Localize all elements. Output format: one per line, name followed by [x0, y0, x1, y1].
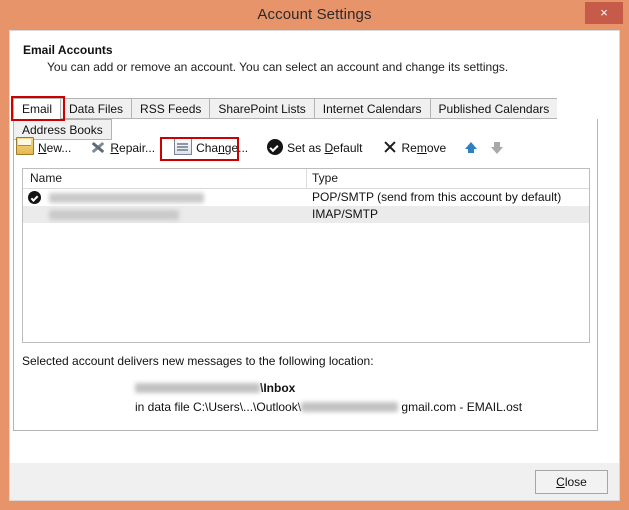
tab-rss-feeds[interactable]: RSS Feeds	[131, 98, 210, 119]
account-type-cell: POP/SMTP (send from this account by defa…	[312, 190, 562, 204]
accounts-list[interactable]: Name Type POP/SMTP (send from this accou…	[22, 168, 590, 343]
tab-label: Address Books	[22, 123, 103, 137]
arrow-down-icon	[491, 147, 504, 154]
account-settings-window: Account Settings × Email Accounts You ca…	[0, 0, 629, 510]
repair-tools-icon	[90, 139, 106, 155]
redacted-email-address	[49, 210, 179, 220]
delivery-location-datafile: in data file C:\Users\...\Outlook\ gmail…	[135, 400, 522, 414]
account-name-cell	[49, 189, 204, 206]
close-x-icon[interactable]: ×	[585, 2, 623, 24]
toolbar-button-label: Set as Default	[287, 141, 363, 155]
redacted-account-name	[135, 383, 260, 393]
tab-label: Email	[22, 102, 53, 116]
tab-label: Published Calendars	[438, 102, 550, 116]
delivery-location-inbox: \Inbox	[135, 381, 295, 395]
change-button[interactable]: Change...	[171, 136, 251, 160]
toolbar-button-label: Change...	[196, 141, 249, 155]
table-row[interactable]: POP/SMTP (send from this account by defa…	[23, 189, 589, 206]
tab-sharepoint-lists[interactable]: SharePoint Lists	[209, 98, 314, 119]
page-title: Email Accounts	[23, 43, 113, 57]
accounts-toolbar: New... Repair... Change... Set as Default Re…	[13, 136, 514, 162]
remove-button[interactable]: Remove	[379, 136, 450, 160]
tab-internet-calendars[interactable]: Internet Calendars	[313, 98, 430, 119]
datafile-suffix: gmail.com - EMAIL.ost	[398, 400, 523, 414]
change-account-icon	[174, 137, 193, 155]
redacted-email-address	[49, 193, 204, 203]
toolbar-button-label: Repair...	[110, 141, 156, 155]
default-account-check-icon	[28, 191, 41, 204]
table-row[interactable]: IMAP/SMTP	[23, 206, 589, 223]
column-separator	[306, 169, 307, 188]
redacted-datafile-name	[301, 402, 399, 412]
move-down-button	[488, 136, 506, 160]
repair-button[interactable]: Repair...	[87, 136, 158, 160]
tab-email[interactable]: Email	[13, 98, 61, 119]
new-button[interactable]: New...	[13, 136, 74, 160]
account-type-cell: IMAP/SMTP	[312, 207, 379, 221]
tab-label: RSS Feeds	[140, 102, 202, 116]
dialog-footer: Close	[9, 463, 620, 501]
tab-data-files[interactable]: Data Files	[60, 98, 132, 119]
move-up-button[interactable]	[462, 136, 480, 160]
inbox-text: \Inbox	[260, 381, 296, 395]
list-rows: POP/SMTP (send from this account by defa…	[23, 189, 589, 223]
arrow-up-icon	[465, 142, 478, 149]
account-name-cell	[49, 206, 179, 223]
check-circle-icon	[267, 139, 284, 155]
page-subtitle: You can add or remove an account. You ca…	[47, 60, 509, 74]
toolbar-button-label: New...	[38, 141, 72, 155]
datafile-prefix: in data file C:\Users\...\Outlook\	[135, 400, 302, 414]
tab-published-calendars[interactable]: Published Calendars	[429, 98, 558, 119]
delivery-location-label: Selected account delivers new messages t…	[22, 354, 374, 368]
tab-label: Data Files	[69, 102, 124, 116]
list-header-row: Name Type	[23, 169, 589, 189]
set-as-default-button[interactable]: Set as Default	[264, 136, 365, 160]
remove-x-icon	[382, 139, 398, 155]
close-button[interactable]: Close	[535, 470, 608, 494]
window-title: Account Settings	[257, 6, 372, 23]
tab-label: SharePoint Lists	[218, 102, 306, 116]
tab-label: Internet Calendars	[322, 102, 422, 116]
column-header-name[interactable]: Name	[30, 169, 62, 188]
toolbar-button-label: Remove	[401, 141, 447, 155]
title-bar: Account Settings ×	[0, 0, 629, 30]
column-header-type[interactable]: Type	[312, 169, 338, 188]
tab-strip: Email Data Files RSS Feeds SharePoint Lists…	[13, 98, 598, 140]
new-mail-icon	[16, 137, 34, 155]
